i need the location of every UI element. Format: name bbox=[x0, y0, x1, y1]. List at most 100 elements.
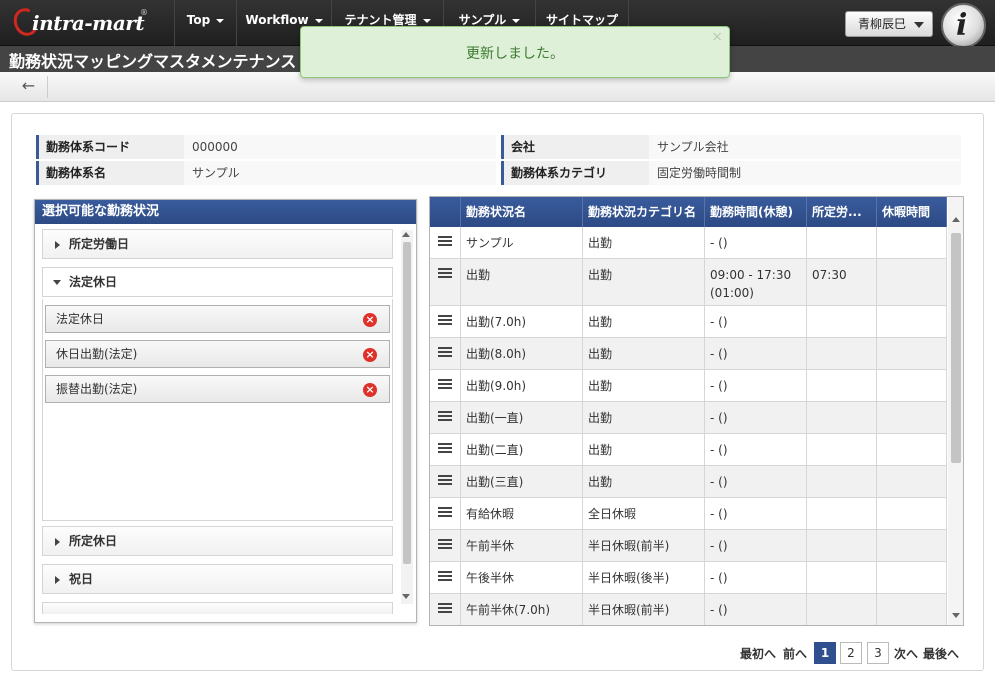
cell-category: 半日休暇(後半) bbox=[583, 562, 705, 593]
status-chip[interactable]: 振替出勤(法定) × bbox=[45, 375, 390, 403]
grid-col-name[interactable]: 勤務状況名 bbox=[461, 197, 583, 227]
intra-mart-logo[interactable]: intra-mart ® bbox=[9, 4, 164, 40]
cell-category: 出勤 bbox=[583, 434, 705, 465]
accordion-label: 所定休日 bbox=[69, 534, 118, 548]
name-label: 勤務体系名 bbox=[36, 161, 184, 185]
grid-scrollbar[interactable] bbox=[948, 197, 963, 625]
list-icon[interactable] bbox=[438, 475, 452, 486]
code-value: 000000 bbox=[184, 135, 496, 159]
cell-time: - () bbox=[705, 338, 807, 369]
nav-top[interactable]: Top bbox=[174, 0, 236, 46]
cell-scheduled bbox=[807, 227, 877, 258]
row-menu-cell bbox=[430, 466, 461, 497]
cell-leave bbox=[877, 498, 947, 529]
left-scroll-thumb[interactable] bbox=[403, 242, 411, 564]
pager-last[interactable]: 最後へ bbox=[923, 645, 959, 662]
table-row[interactable]: 出勤(一直) 出勤 - () bbox=[430, 402, 947, 434]
cell-name: 午後半休 bbox=[461, 562, 583, 593]
table-row[interactable]: 出勤(7.0h) 出勤 - () bbox=[430, 306, 947, 338]
cell-leave bbox=[877, 338, 947, 369]
table-row[interactable]: サンプル 出勤 - () bbox=[430, 227, 947, 259]
accordion-scheduled-workday[interactable]: 所定労働日 bbox=[42, 229, 393, 259]
accordion-scheduled-holiday[interactable]: 所定休日 bbox=[42, 526, 393, 556]
table-row[interactable]: 午前半休(7.0h) 半日休暇(前半) - () bbox=[430, 594, 947, 625]
cell-leave bbox=[877, 259, 947, 305]
close-icon[interactable]: × bbox=[711, 29, 723, 45]
list-icon[interactable] bbox=[438, 603, 452, 614]
table-row[interactable]: 出勤(二直) 出勤 - () bbox=[430, 434, 947, 466]
grid-header: 勤務状況名 勤務状況カテゴリ名 勤務時間(休憩) 所定労... 休暇時間 bbox=[430, 197, 947, 227]
grid-col-scheduled[interactable]: 所定労... bbox=[807, 197, 877, 227]
list-icon[interactable] bbox=[438, 539, 452, 550]
pager-next[interactable]: 次へ bbox=[894, 645, 918, 662]
scroll-up-icon[interactable] bbox=[402, 232, 410, 237]
status-chip[interactable]: 休日出勤(法定) × bbox=[45, 340, 390, 368]
pager-page-2[interactable]: 2 bbox=[840, 642, 862, 664]
cell-name: 出勤(一直) bbox=[461, 402, 583, 433]
cell-scheduled bbox=[807, 402, 877, 433]
list-icon[interactable] bbox=[438, 571, 452, 582]
cell-category: 出勤 bbox=[583, 402, 705, 433]
scroll-up-icon[interactable] bbox=[952, 217, 960, 222]
user-name: 青柳辰巳 bbox=[858, 17, 907, 31]
list-icon[interactable] bbox=[438, 315, 452, 326]
remove-icon[interactable]: × bbox=[363, 383, 377, 397]
cell-time: - () bbox=[705, 562, 807, 593]
cell-time: - () bbox=[705, 466, 807, 497]
remove-icon[interactable]: × bbox=[363, 348, 377, 362]
pager-page-1[interactable]: 1 bbox=[814, 642, 836, 664]
table-row[interactable]: 出勤 出勤 09:00 - 17:30 (01:00) 07:30 bbox=[430, 259, 947, 306]
list-icon[interactable] bbox=[438, 379, 452, 390]
table-row[interactable]: 出勤(9.0h) 出勤 - () bbox=[430, 370, 947, 402]
main-panel: 勤務体系コード 000000 会社 サンプル会社 勤務体系名 サンプル 勤務体系… bbox=[11, 113, 984, 671]
pager-page-3[interactable]: 3 bbox=[867, 642, 889, 664]
chip-label: 振替出勤(法定) bbox=[56, 382, 138, 396]
list-icon[interactable] bbox=[438, 443, 452, 454]
list-icon[interactable] bbox=[438, 507, 452, 518]
scroll-down-icon[interactable] bbox=[952, 613, 960, 618]
pager-prev[interactable]: 前へ bbox=[783, 645, 807, 662]
info-i-icon[interactable]: i bbox=[941, 3, 986, 48]
status-chip[interactable]: 法定休日 × bbox=[45, 305, 390, 333]
accordion-legal-holiday-body: 法定休日 × 休日出勤(法定) × 振替出勤(法定) × bbox=[42, 299, 393, 521]
left-scrollbar[interactable] bbox=[401, 230, 413, 604]
scroll-down-icon[interactable] bbox=[402, 594, 410, 599]
pager-first[interactable]: 最初へ bbox=[740, 645, 776, 662]
row-menu-cell bbox=[430, 227, 461, 258]
info-company-row: 会社 サンプル会社 bbox=[501, 135, 961, 159]
grid-col-time[interactable]: 勤務時間(休憩) bbox=[705, 197, 807, 227]
cell-leave bbox=[877, 370, 947, 401]
cell-scheduled: 07:30 bbox=[807, 259, 877, 305]
arrow-left-icon: ← bbox=[21, 76, 36, 95]
cell-scheduled bbox=[807, 594, 877, 625]
cell-scheduled bbox=[807, 338, 877, 369]
list-icon[interactable] bbox=[438, 268, 452, 279]
row-menu-cell bbox=[430, 402, 461, 433]
user-menu-button[interactable]: 青柳辰巳 bbox=[845, 11, 933, 37]
table-row[interactable]: 出勤(三直) 出勤 - () bbox=[430, 466, 947, 498]
list-icon[interactable] bbox=[438, 236, 452, 247]
back-button[interactable]: ← bbox=[10, 76, 48, 98]
selectable-status-header: 選択可能な勤務状況 bbox=[35, 200, 416, 224]
grid-col-leave[interactable]: 休暇時間 bbox=[877, 197, 947, 227]
accordion-public-holiday[interactable]: 祝日 bbox=[42, 564, 393, 594]
company-value: サンプル会社 bbox=[649, 135, 961, 159]
grid-scroll-thumb[interactable] bbox=[951, 233, 961, 463]
cell-name: 午前半休 bbox=[461, 530, 583, 561]
cell-leave bbox=[877, 466, 947, 497]
cell-scheduled bbox=[807, 530, 877, 561]
accordion-legal-holiday[interactable]: 法定休日 bbox=[42, 267, 393, 297]
table-row[interactable]: 出勤(8.0h) 出勤 - () bbox=[430, 338, 947, 370]
grid-col-category[interactable]: 勤務状況カテゴリ名 bbox=[583, 197, 705, 227]
list-icon[interactable] bbox=[438, 347, 452, 358]
table-row[interactable]: 午後半休 半日休暇(後半) - () bbox=[430, 562, 947, 594]
cell-leave bbox=[877, 306, 947, 337]
table-row[interactable]: 午前半休 半日休暇(前半) - () bbox=[430, 530, 947, 562]
remove-icon[interactable]: × bbox=[363, 313, 377, 327]
cell-name: 出勤 bbox=[461, 259, 583, 305]
table-row[interactable]: 有給休暇 全日休暇 - () bbox=[430, 498, 947, 530]
accordion-partial bbox=[42, 602, 393, 614]
list-icon[interactable] bbox=[438, 411, 452, 422]
row-menu-cell bbox=[430, 594, 461, 625]
cell-category: 出勤 bbox=[583, 259, 705, 305]
